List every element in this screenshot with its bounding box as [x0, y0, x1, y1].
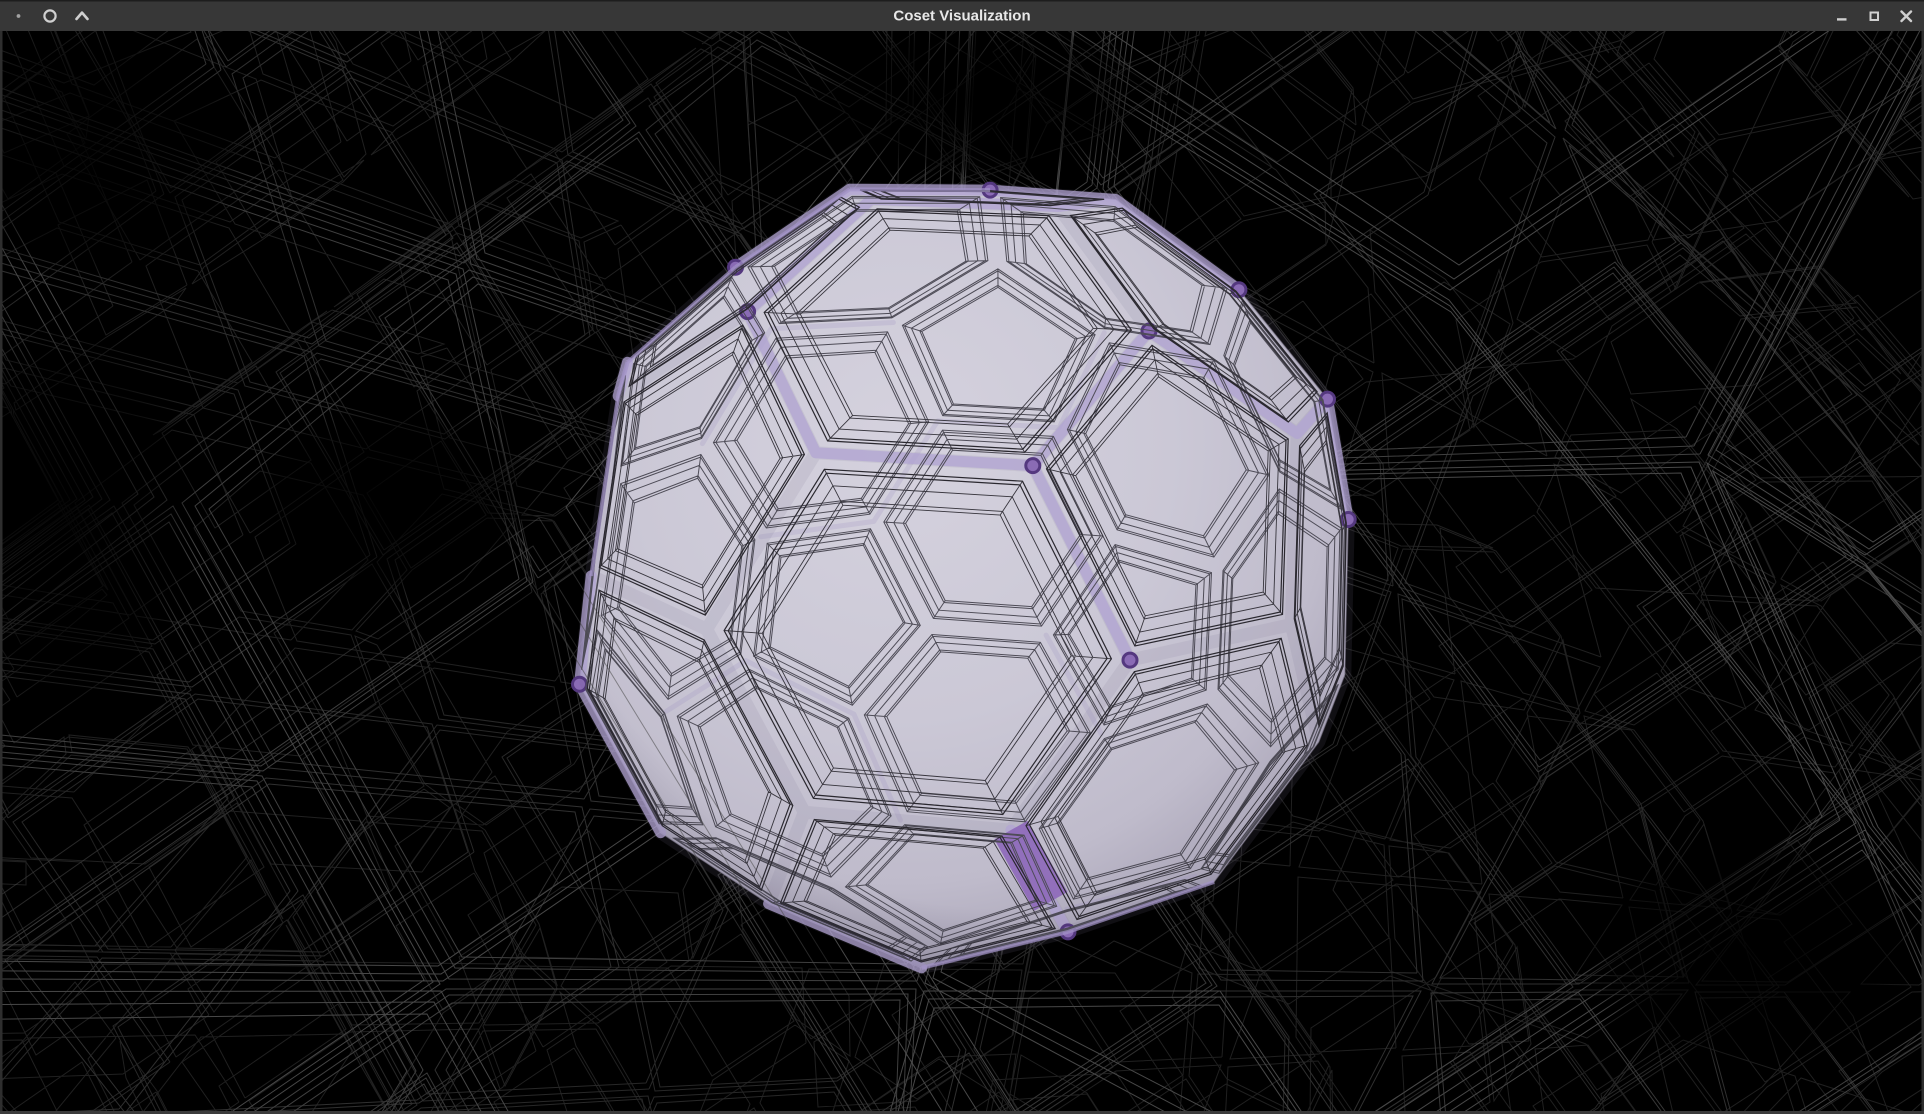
svg-text:Coset Visualization: Coset Visualization	[893, 8, 1030, 25]
